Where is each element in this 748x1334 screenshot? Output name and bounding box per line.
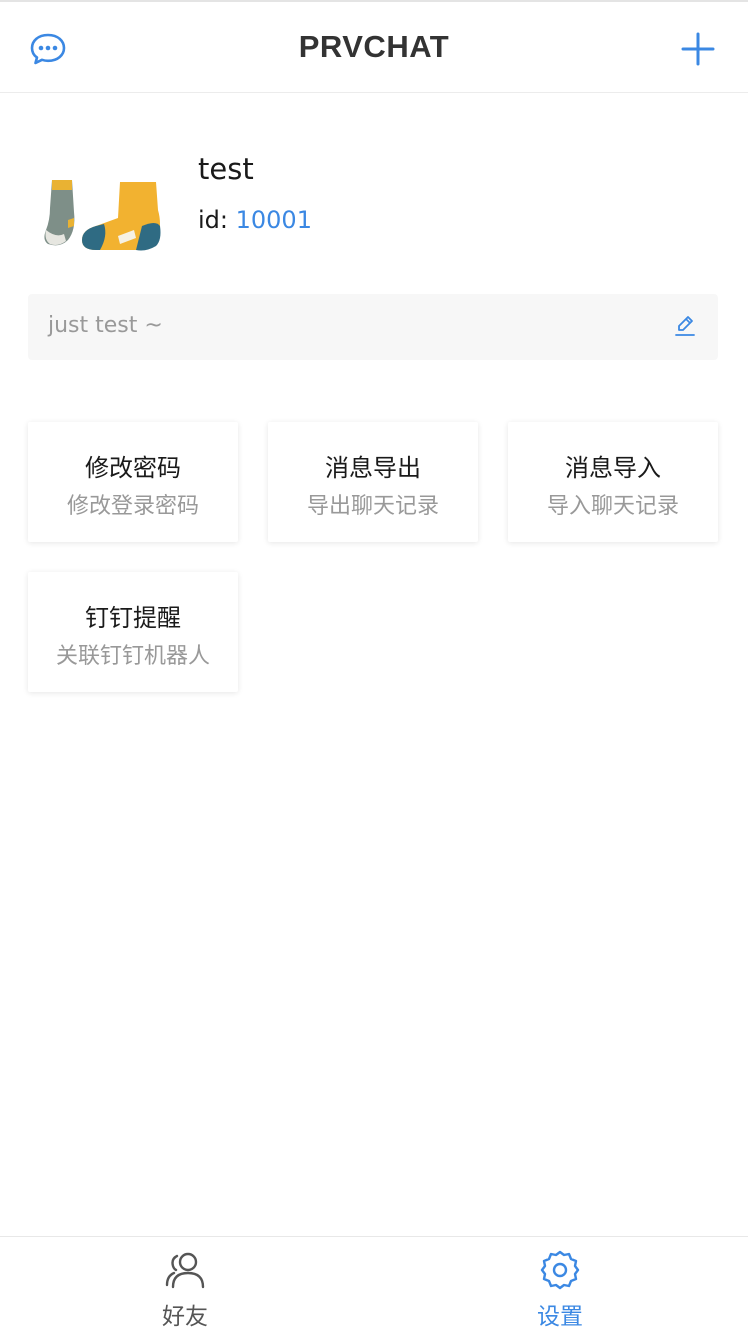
bottom-tab-bar: 好友 设置 (0, 1236, 748, 1334)
user-id: id: 10001 (198, 206, 312, 234)
socks-avatar-image (44, 180, 161, 251)
friends-icon (165, 1252, 205, 1289)
edit-pencil-icon[interactable] (674, 314, 696, 338)
card-title: 修改密码 (85, 454, 181, 482)
card-subtitle: 修改登录密码 (66, 494, 199, 519)
tab-friends[interactable]: 好友 (115, 1237, 255, 1334)
card-export-messages[interactable]: 消息导出 导出聊天记录 (268, 422, 478, 542)
settings-page: PRVCHAT test id: 10001 just test ~ 修改密码 … (0, 0, 748, 1334)
card-subtitle: 导入聊天记录 (546, 494, 679, 519)
card-title: 消息导入 (565, 454, 661, 482)
signature-field[interactable]: just test ~ (28, 294, 718, 360)
settings-gear-icon (540, 1250, 580, 1290)
tab-label: 设置 (537, 1304, 583, 1330)
app-header: PRVCHAT (0, 2, 748, 93)
username: test (198, 152, 254, 186)
card-title: 钉钉提醒 (85, 604, 181, 632)
plus-icon (681, 32, 715, 66)
page-title: PRVCHAT (298, 29, 450, 64)
signature-text: just test ~ (48, 313, 163, 338)
tab-settings[interactable]: 设置 (490, 1237, 630, 1334)
user-id-label: id: (198, 206, 236, 234)
card-change-password[interactable]: 修改密码 修改登录密码 (28, 422, 238, 542)
card-import-messages[interactable]: 消息导入 导入聊天记录 (508, 422, 718, 542)
tab-label: 好友 (162, 1304, 208, 1330)
card-subtitle: 导出聊天记录 (306, 494, 439, 519)
user-id-value: 10001 (235, 206, 312, 234)
card-title: 消息导出 (325, 454, 421, 482)
card-dingtalk-reminder[interactable]: 钉钉提醒 关联钉钉机器人 (28, 572, 238, 692)
add-button[interactable] (680, 31, 716, 67)
card-subtitle: 关联钉钉机器人 (55, 644, 210, 669)
avatar[interactable] (38, 160, 168, 260)
